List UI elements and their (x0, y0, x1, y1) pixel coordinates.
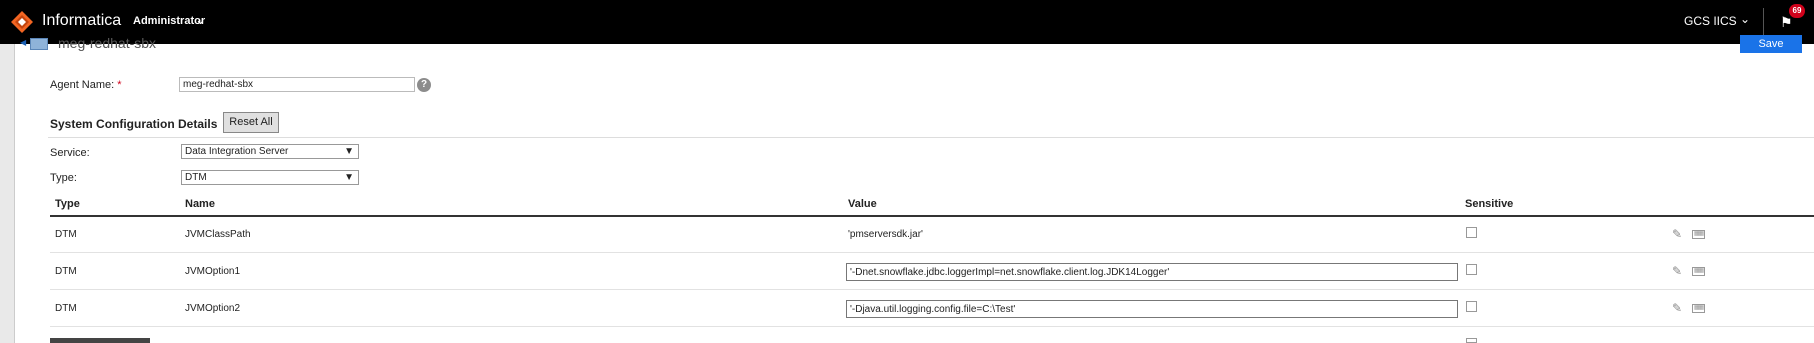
table-cell-name: JVMOption2 (185, 303, 241, 314)
table-cell-value: 'pmserversdk.jar' (848, 229, 923, 240)
table-row-divider (50, 326, 1814, 327)
divider (1763, 8, 1764, 36)
grid-icon[interactable]: ▦▦ (1692, 304, 1705, 313)
org-chevron-down-icon[interactable]: ⌄ (1740, 12, 1750, 26)
service-select-value: Data Integration Server (185, 146, 289, 157)
org-name[interactable]: GCS IICS (1684, 14, 1737, 28)
sensitive-checkbox[interactable] (1466, 338, 1477, 343)
pencil-icon[interactable]: ✎ (1672, 264, 1682, 278)
table-row-divider (50, 252, 1814, 253)
notification-badge: 69 (1789, 4, 1805, 18)
top-navigation-bar: Informatica Administrator ⌄ GCS IICS ⌄ ⚑… (0, 0, 1814, 44)
agent-name-label: Agent Name: * (50, 79, 122, 91)
reset-all-button[interactable]: Reset All (223, 112, 279, 133)
table-cell-type: DTM (55, 229, 77, 240)
table-cell-type: DTM (55, 266, 77, 277)
agent-name-input[interactable] (179, 77, 415, 92)
service-label: Service: (50, 147, 90, 159)
table-header-divider (50, 215, 1814, 217)
save-button[interactable]: Save (1740, 35, 1802, 53)
column-header-type[interactable]: Type (55, 198, 80, 210)
service-select[interactable]: Data Integration Server ▼ (181, 144, 359, 159)
column-header-sensitive[interactable]: Sensitive (1465, 198, 1513, 210)
chevron-down-icon: ▼ (344, 146, 354, 157)
grid-icon[interactable]: ▦▦ (1692, 267, 1705, 276)
table-cell-name: JVMClassPath (185, 229, 251, 240)
flag-icon[interactable]: ⚑ (1780, 14, 1793, 31)
informatica-logo[interactable] (10, 10, 34, 34)
section-divider (48, 137, 1814, 138)
table-row-partial (50, 338, 150, 343)
type-select-value: DTM (185, 172, 207, 183)
table-cell-value-input[interactable] (846, 263, 1458, 281)
collapse-arrow-icon[interactable]: ◀ (20, 38, 26, 47)
brand-name: Informatica (42, 12, 122, 29)
sensitive-checkbox[interactable] (1466, 227, 1477, 238)
chevron-down-icon[interactable]: ⌄ (195, 12, 206, 28)
table-cell-name: JVMOption1 (185, 266, 241, 277)
type-select[interactable]: DTM ▼ (181, 170, 359, 185)
table-cell-value-input[interactable] (846, 300, 1458, 318)
sensitive-checkbox[interactable] (1466, 301, 1477, 312)
pencil-icon[interactable]: ✎ (1672, 227, 1682, 241)
required-marker: * (117, 79, 122, 91)
agent-icon (30, 38, 48, 50)
table-cell-type: DTM (55, 303, 77, 314)
agent-name-label-text: Agent Name: (50, 79, 115, 91)
chevron-down-icon: ▼ (344, 172, 354, 183)
column-header-name[interactable]: Name (185, 198, 215, 210)
grid-icon[interactable]: ▦▦ (1692, 230, 1705, 239)
help-icon[interactable]: ? (417, 78, 431, 92)
table-row-divider (50, 289, 1814, 290)
pencil-icon[interactable]: ✎ (1672, 301, 1682, 315)
sensitive-checkbox[interactable] (1466, 264, 1477, 275)
breadcrumb-agent-name: meg-redhat-sbx (58, 35, 157, 51)
section-title: System Configuration Details (50, 117, 218, 131)
column-header-value[interactable]: Value (848, 198, 877, 210)
type-label: Type: (50, 172, 77, 184)
